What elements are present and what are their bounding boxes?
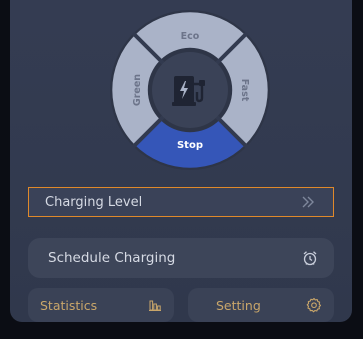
bar-chart-icon [148,298,162,312]
setting-button[interactable]: Setting [188,288,334,322]
charging-level-label: Charging Level [45,194,143,210]
mode-label-eco: Eco [181,31,200,42]
mode-label-stop: Stop [177,140,203,151]
schedule-charging-button[interactable]: Schedule Charging [28,238,334,278]
setting-label: Setting [216,297,261,313]
statistics-button[interactable]: Statistics [28,288,174,322]
statistics-label: Statistics [40,297,98,313]
double-chevron-right-icon [301,196,315,208]
schedule-charging-label: Schedule Charging [48,250,176,266]
mode-dial: Eco Fast Stop Green [108,8,272,172]
gear-icon [306,297,322,313]
mode-dial-ring: Eco Fast Stop Green [110,10,270,170]
alarm-clock-icon [302,250,318,266]
charging-level-button[interactable]: Charging Level [28,187,334,217]
mode-label-green: Green [132,74,143,106]
mode-label-fast: Fast [239,79,250,102]
device-screen: Eco Fast Stop Green Charging Level Sched… [0,0,363,339]
